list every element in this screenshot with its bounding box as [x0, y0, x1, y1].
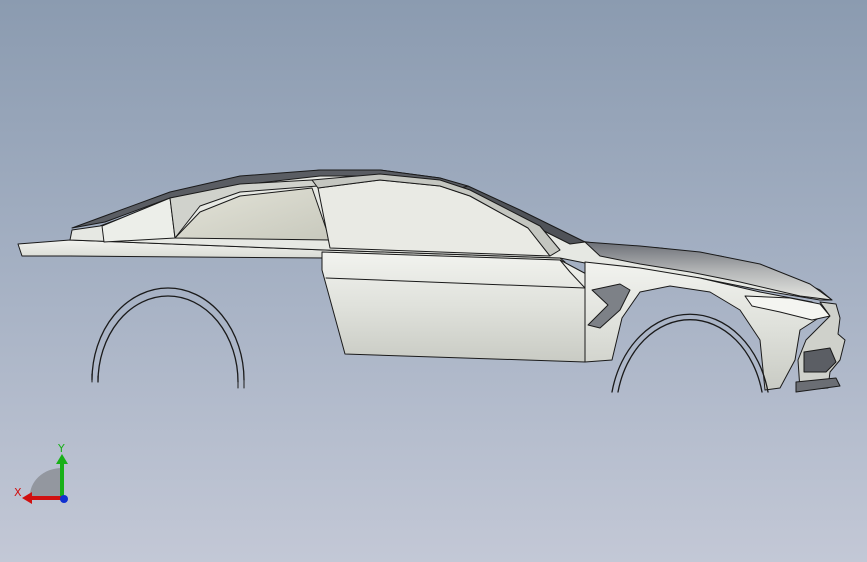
y-axis-label: Y: [57, 442, 65, 455]
car-body-model[interactable]: [0, 0, 867, 562]
graphics-viewport[interactable]: Y X: [0, 0, 867, 562]
door-panel: [321, 251, 591, 363]
triad-plane-shading: [29, 467, 62, 498]
x-axis-label: X: [14, 486, 22, 499]
z-axis-dot: [60, 495, 68, 503]
rear-arch-ends: [91, 379, 245, 389]
front-wheel-arch: [611, 313, 769, 393]
coordinate-triad: Y X: [14, 442, 68, 504]
car-edges: [17, 169, 846, 393]
rear-wheel-arch: [91, 287, 245, 383]
